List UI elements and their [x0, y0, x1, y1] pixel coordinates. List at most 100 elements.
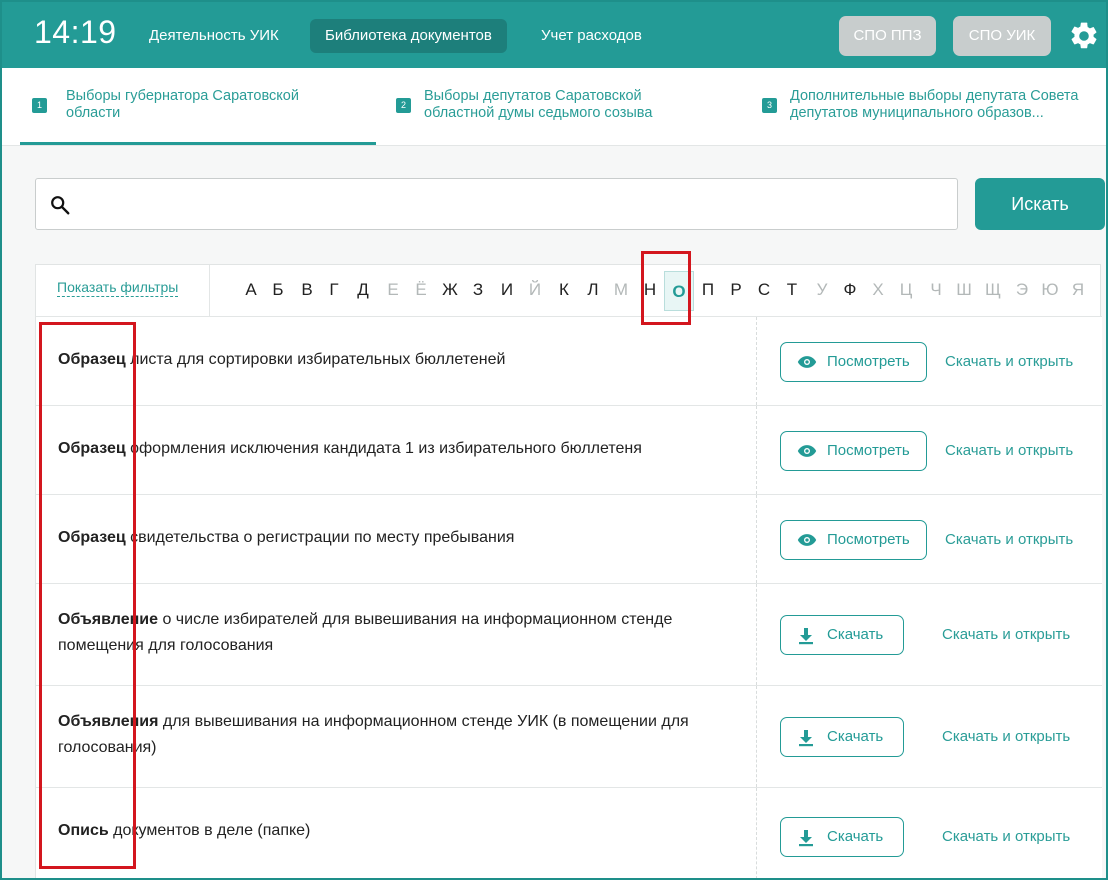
button-label: Посмотреть [827, 353, 910, 370]
document-title: Образец листа для сортировки избирательн… [58, 347, 738, 373]
document-row: Объявление о числе избирателей для вывеш… [36, 584, 1102, 686]
row-divider [756, 406, 757, 494]
search-button[interactable]: Искать [975, 178, 1105, 230]
alphabet-letter[interactable]: О [664, 271, 694, 311]
document-keyword: Образец [58, 529, 126, 546]
alphabet-letter[interactable]: К [553, 280, 575, 300]
document-row: Объявления для вывешивания на информацио… [36, 686, 1102, 788]
view-button[interactable]: Посмотреть [780, 431, 927, 471]
tab-label-line2: областной думы седьмого созыва [424, 105, 653, 121]
divider [209, 265, 210, 317]
document-title: Опись документов в деле (папке) [58, 818, 738, 844]
button-label: Скачать [827, 626, 884, 643]
download-button[interactable]: Скачать [780, 615, 904, 655]
alphabet-letter[interactable]: И [496, 280, 518, 300]
alphabet-letter[interactable]: Э [1011, 280, 1033, 300]
alphabet-letter[interactable]: Ш [953, 280, 975, 300]
alphabet-letter[interactable]: С [753, 280, 775, 300]
nav-uik-activity[interactable]: Деятельность УИК [134, 19, 294, 53]
alphabet-letter[interactable]: Ж [439, 280, 461, 300]
document-title-rest: оформления исключения кандидата 1 из изб… [125, 440, 642, 457]
document-title-rest: свидетельства о регистрации по месту пре… [125, 529, 515, 546]
alphabet-letter[interactable]: Г [323, 280, 345, 300]
button-label: Посмотреть [827, 442, 910, 459]
download-and-open-link[interactable]: Скачать и открыть [945, 442, 1073, 459]
download-and-open-link[interactable]: Скачать и открыть [942, 828, 1070, 845]
document-title: Образец оформления исключения кандидата … [58, 436, 738, 462]
download-icon [799, 830, 813, 847]
tab-label-line2: депутатов муниципального образов... [790, 105, 1044, 121]
spo-uik-button[interactable]: СПО УИК [953, 16, 1051, 56]
alphabet-letter[interactable]: В [296, 280, 318, 300]
nav-document-library[interactable]: Библиотека документов [310, 19, 507, 53]
alphabet-letter[interactable]: Ю [1039, 280, 1061, 300]
view-button[interactable]: Посмотреть [780, 342, 927, 382]
document-keyword: Образец [58, 351, 126, 368]
button-label: Скачать [827, 728, 884, 745]
tab-label-line1: Выборы губернатора Саратовской [66, 88, 299, 104]
document-title: Образец свидетельства о регистрации по м… [58, 525, 738, 551]
alphabet-letter[interactable]: Щ [982, 280, 1004, 300]
button-label: Посмотреть [827, 531, 910, 548]
download-button[interactable]: Скачать [780, 717, 904, 757]
active-tab-indicator [20, 142, 376, 145]
download-and-open-link[interactable]: Скачать и открыть [942, 728, 1070, 745]
row-divider [756, 584, 757, 685]
row-divider [756, 788, 757, 878]
document-row: Образец свидетельства о регистрации по м… [36, 495, 1102, 584]
alphabet-letter[interactable]: Е [382, 280, 404, 300]
alphabet-letter[interactable]: Я [1067, 280, 1089, 300]
alphabet-letter[interactable]: Н [639, 280, 661, 300]
show-filters-link[interactable]: Показать фильтры [57, 279, 179, 297]
view-button[interactable]: Посмотреть [780, 520, 927, 560]
app-window: 14:19 Деятельность УИК Библиотека докуме… [0, 0, 1108, 880]
nav-expenses[interactable]: Учет расходов [526, 19, 657, 53]
alphabet-letter[interactable]: Ч [925, 280, 947, 300]
clock: 14:19 [34, 14, 117, 50]
tab-number: 1 [32, 98, 47, 113]
document-row: Образец оформления исключения кандидата … [36, 406, 1102, 495]
alphabet-letter[interactable]: Л [582, 280, 604, 300]
alphabet-letter[interactable]: Ё [410, 280, 432, 300]
document-title-rest: листа для сортировки избирательных бюлле… [125, 351, 506, 368]
eye-icon [797, 445, 817, 457]
alphabet-filter-bar: Показать фильтры АБВГДЕЁЖЗИЙКЛМНОПРСТУФХ… [36, 265, 1102, 317]
top-bar: 14:19 Деятельность УИК Библиотека докуме… [2, 2, 1106, 68]
document-title-rest: документов в деле (папке) [108, 822, 311, 839]
tab-number: 2 [396, 98, 411, 113]
row-divider [756, 686, 757, 787]
alphabet-letter[interactable]: Ф [839, 280, 861, 300]
documents-panel: Показать фильтры АБВГДЕЁЖЗИЙКЛМНОПРСТУФХ… [35, 264, 1102, 878]
download-and-open-link[interactable]: Скачать и открыть [942, 626, 1070, 643]
row-divider [756, 495, 757, 583]
search-icon [51, 196, 70, 215]
download-and-open-link[interactable]: Скачать и открыть [945, 353, 1073, 370]
download-button[interactable]: Скачать [780, 817, 904, 857]
download-and-open-link[interactable]: Скачать и открыть [945, 531, 1073, 548]
row-divider [756, 317, 757, 405]
alphabet-letter[interactable]: З [467, 280, 489, 300]
alphabet-letter[interactable]: Х [867, 280, 889, 300]
alphabet-letter[interactable]: Ц [895, 280, 917, 300]
alphabet-letter[interactable]: М [610, 280, 632, 300]
alphabet-letter[interactable]: Й [524, 280, 546, 300]
alphabet-letter[interactable]: А [240, 280, 262, 300]
alphabet-letter[interactable]: Б [267, 280, 289, 300]
document-row: Опись документов в деле (папке) Скачать Ск… [36, 788, 1102, 878]
alphabet-letter[interactable]: Р [725, 280, 747, 300]
document-keyword: Объявления [58, 713, 159, 730]
button-label: Скачать [827, 828, 884, 845]
eye-icon [797, 356, 817, 368]
alphabet-letter[interactable]: У [811, 280, 833, 300]
alphabet-letter[interactable]: Т [781, 280, 803, 300]
download-icon [799, 730, 813, 747]
document-keyword: Опись [58, 822, 109, 839]
document-row: Образец листа для сортировки избирательн… [36, 317, 1102, 406]
search-input[interactable] [86, 179, 946, 229]
search-field[interactable] [35, 178, 958, 230]
spo-ppz-button[interactable]: СПО ППЗ [839, 16, 936, 56]
alphabet-letter[interactable]: П [697, 280, 719, 300]
document-title: Объявление о числе избирателей для вывеш… [58, 607, 738, 659]
alphabet-letter[interactable]: Д [352, 280, 374, 300]
gear-icon[interactable] [1068, 20, 1100, 52]
